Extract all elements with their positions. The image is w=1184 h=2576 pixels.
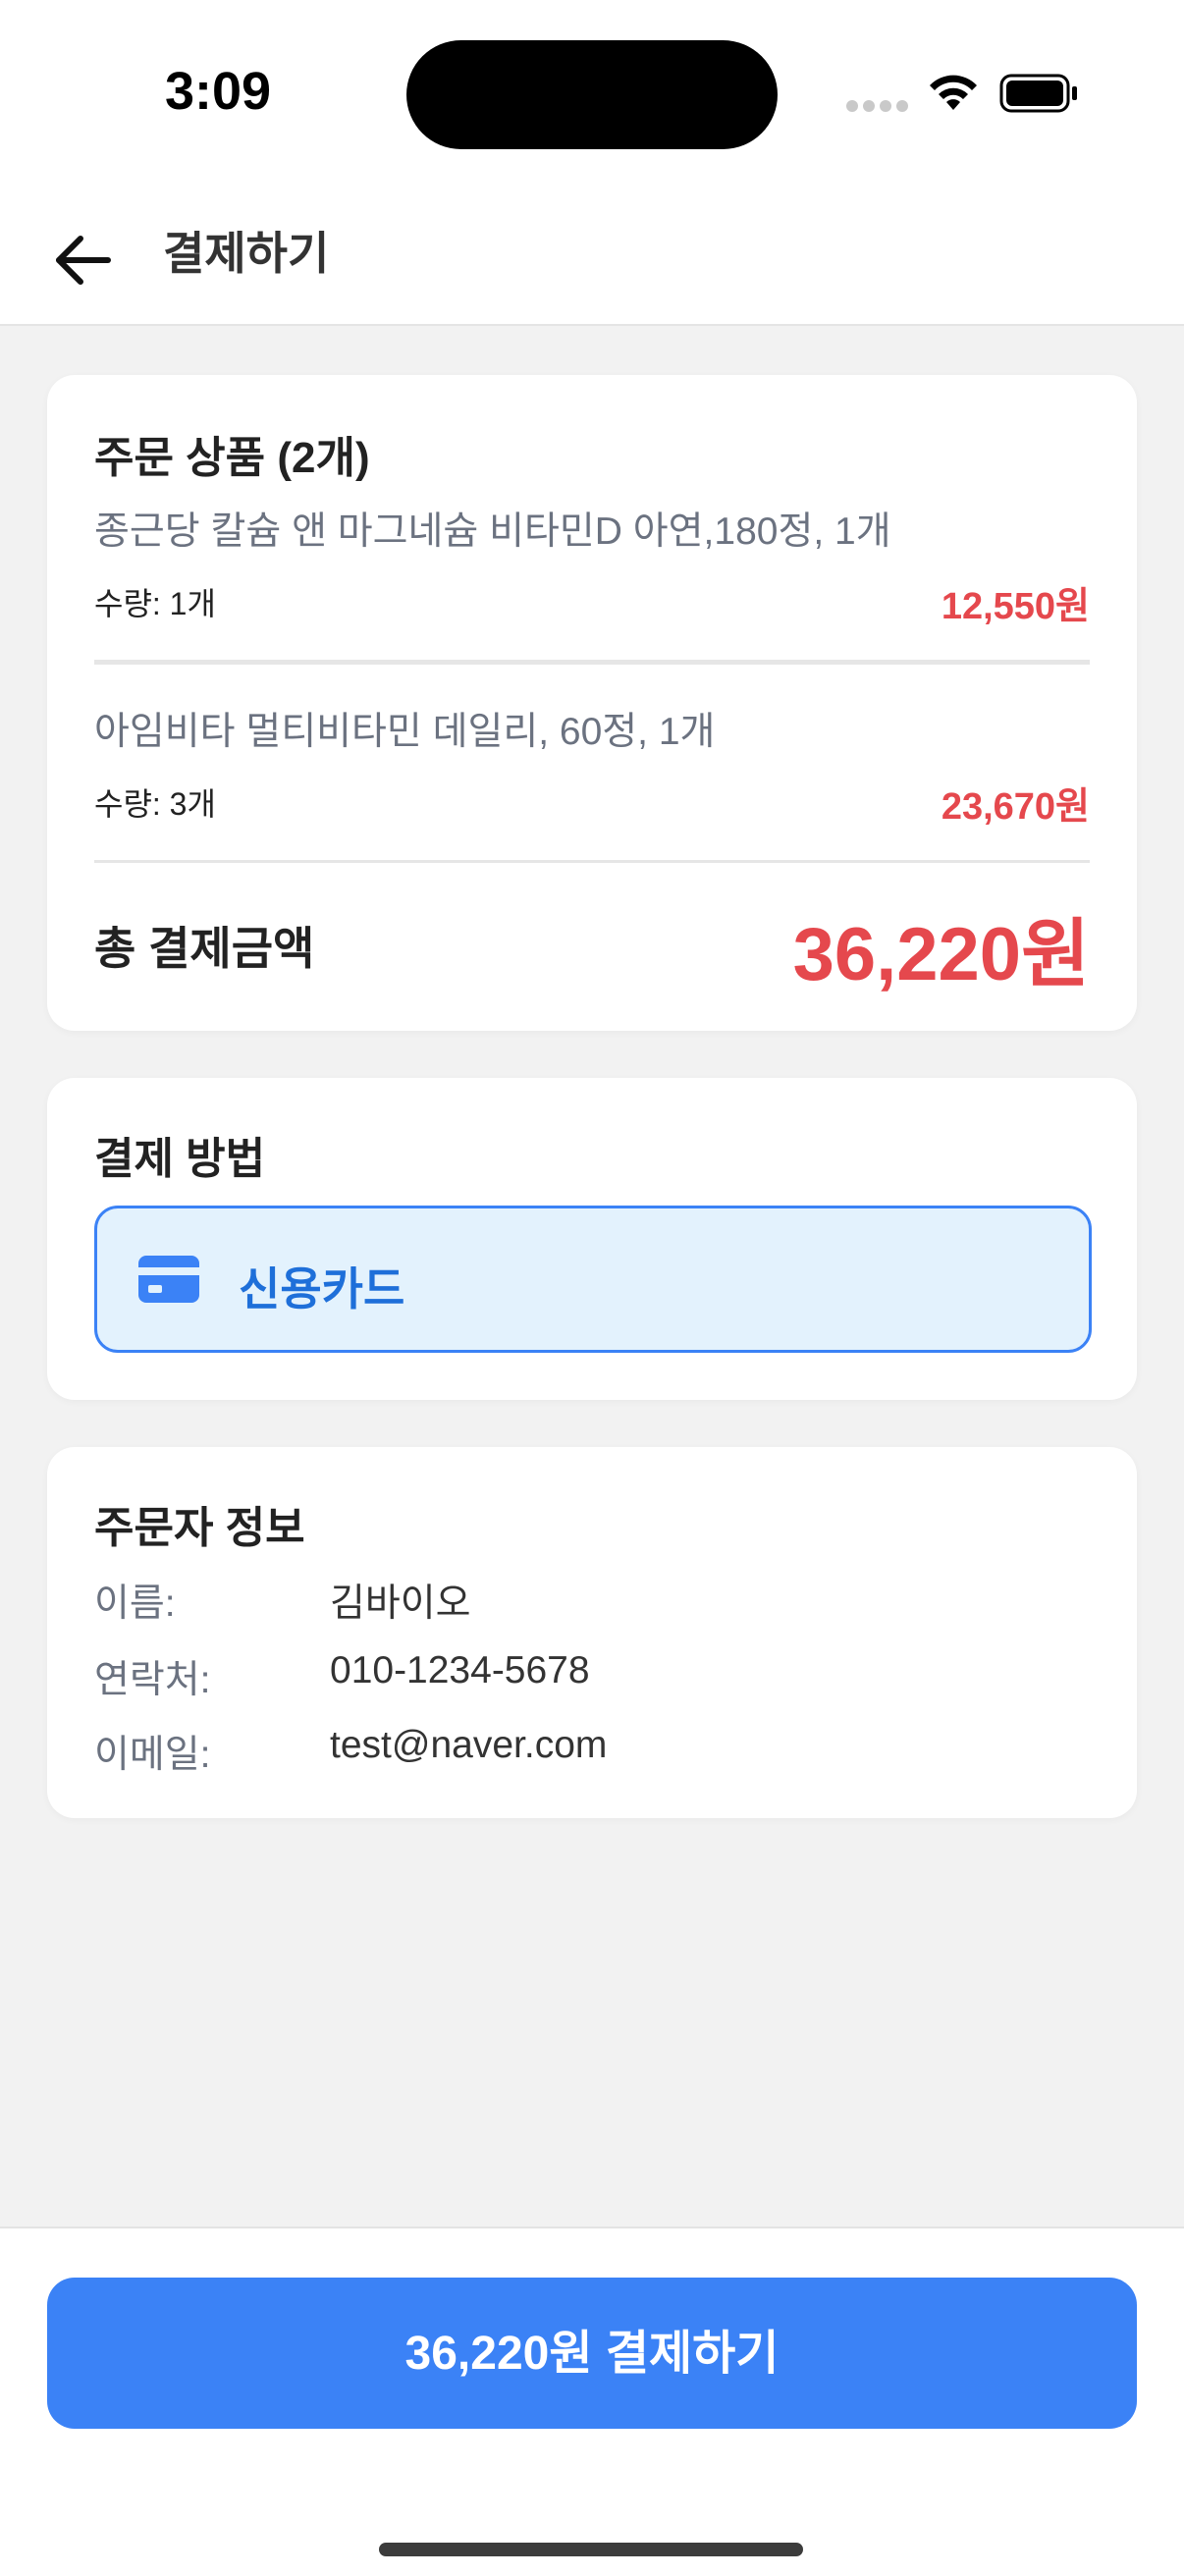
phone-label: 연락처: xyxy=(94,1659,211,1701)
credit-card-icon xyxy=(138,1256,199,1303)
phone-value: 010-1234-5678 xyxy=(330,1649,590,1691)
status-bar: 3:09 xyxy=(0,0,1184,196)
order-items-title: 주문 상품 (2개) xyxy=(94,434,370,482)
item-divider xyxy=(94,660,1090,665)
email-value: test@naver.com xyxy=(330,1724,608,1766)
total-divider xyxy=(94,860,1090,863)
cellular-signal-icon xyxy=(846,100,909,114)
payment-method-card: 결제 방법 신용카드 xyxy=(47,1078,1137,1400)
order-item-quantity: 수량: 3개 xyxy=(94,786,216,822)
page-title: 결제하기 xyxy=(163,228,330,279)
orderer-info-card: 주문자 정보 이름: 김바이오 연락처: 010-1234-5678 이메일: … xyxy=(47,1447,1137,1818)
name-label: 이름: xyxy=(94,1583,176,1625)
pay-button[interactable]: 36,220원 결제하기 xyxy=(47,2278,1137,2429)
order-item-name: 종근당 칼슘 앤 마그네슘 비타민D 아연,180정, 1개 xyxy=(94,510,891,553)
total-amount-value: 36,220원 xyxy=(792,913,1090,996)
bottom-action-bar: 36,220원 결제하기 xyxy=(0,2227,1184,2576)
order-item-quantity: 수량: 1개 xyxy=(94,586,216,621)
order-item-price: 12,550원 xyxy=(941,586,1090,627)
home-indicator xyxy=(379,2543,803,2556)
wifi-icon xyxy=(930,75,977,110)
dynamic-island xyxy=(406,40,778,149)
email-label: 이메일: xyxy=(94,1734,211,1776)
name-value: 김바이오 xyxy=(330,1583,471,1625)
status-time: 3:09 xyxy=(165,62,272,121)
credit-card-option[interactable]: 신용카드 xyxy=(94,1206,1092,1353)
order-item-name: 아임비타 멀티비타민 데일리, 60정, 1개 xyxy=(94,711,716,753)
back-button[interactable] xyxy=(49,226,118,295)
arrow-left-icon xyxy=(56,236,111,285)
battery-icon xyxy=(999,74,1077,113)
order-item-price: 23,670원 xyxy=(941,786,1090,828)
app-header: 결제하기 xyxy=(0,196,1184,326)
total-amount-label: 총 결제금액 xyxy=(94,923,315,974)
credit-card-label: 신용카드 xyxy=(239,1263,405,1315)
orderer-info-title: 주문자 정보 xyxy=(94,1504,305,1552)
payment-method-title: 결제 방법 xyxy=(94,1135,266,1183)
order-items-card: 주문 상품 (2개) 종근당 칼슘 앤 마그네슘 비타민D 아연,180정, 1… xyxy=(47,375,1137,1031)
